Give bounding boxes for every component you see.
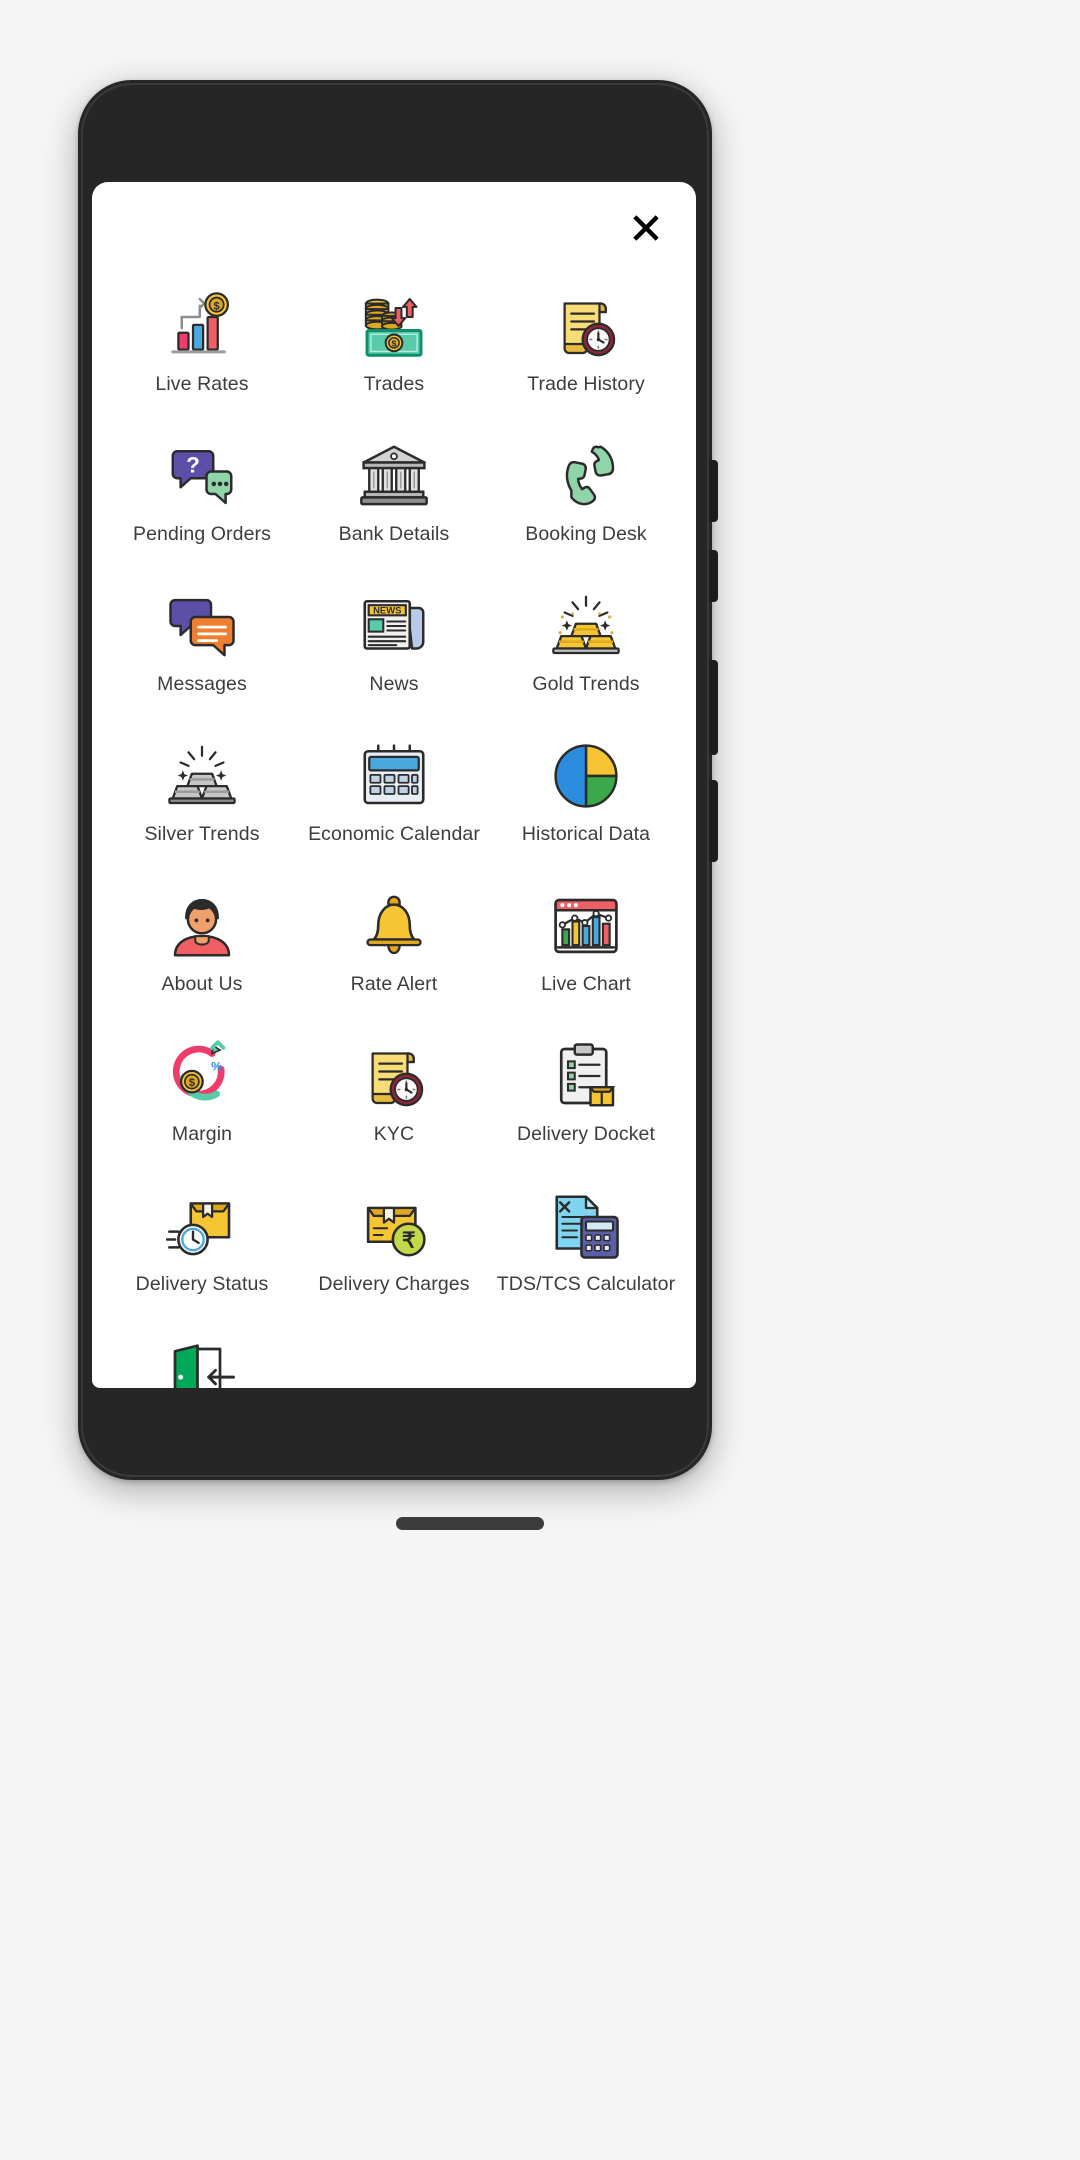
close-x-icon <box>629 211 663 245</box>
menu-item-live-chart[interactable]: Live Chart <box>490 874 682 1024</box>
screenshot-stage: $ Live Rates $ Trades Trade History ? Pe… <box>0 0 1080 2160</box>
menu-item-live-rates[interactable]: $ Live Rates <box>106 274 298 424</box>
menu-grid: $ Live Rates $ Trades Trade History ? Pe… <box>92 274 696 1388</box>
menu-item-label: Delivery Docket <box>516 1123 656 1145</box>
svg-text:$: $ <box>213 301 220 313</box>
logout-door-icon <box>164 1338 240 1388</box>
menu-item-delivery-charges[interactable]: ₹ Delivery Charges <box>298 1174 490 1324</box>
document-calculator-icon <box>548 1188 624 1264</box>
menu-item-label: News <box>369 673 419 695</box>
pie-chart-icon <box>548 738 624 814</box>
circular-arrows-dollar-icon: $ % <box>164 1038 240 1114</box>
menu-item-silver-trends[interactable]: Silver Trends <box>106 724 298 874</box>
svg-text:$: $ <box>392 339 397 349</box>
menu-item-label: Economic Calendar <box>308 823 480 845</box>
question-chat-bubbles-icon: ? <box>164 438 240 514</box>
volume-up-button[interactable] <box>708 660 718 755</box>
scroll-clock-icon <box>356 1038 432 1114</box>
menu-item-trade-history[interactable]: Trade History <box>490 274 682 424</box>
menu-item-margin[interactable]: $ % Margin <box>106 1024 298 1174</box>
menu-item-label: Live Chart <box>541 973 631 995</box>
bar-chart-dollar-icon: $ <box>164 288 240 364</box>
box-speed-clock-icon <box>164 1188 240 1264</box>
bell-icon <box>356 888 432 964</box>
svg-text:NEWS: NEWS <box>373 606 401 617</box>
menu-item-label: Gold Trends <box>532 673 640 695</box>
box-rupee-coin-icon: ₹ <box>356 1188 432 1264</box>
menu-item-label: Delivery Status <box>135 1273 269 1295</box>
menu-item-tds-tcs-calculator[interactable]: TDS/TCS Calculator <box>490 1174 682 1324</box>
menu-item-label: KYC <box>373 1123 415 1145</box>
menu-item-label: Live Rates <box>155 373 249 395</box>
scroll-clock-icon <box>548 288 624 364</box>
menu-item-delivery-docket[interactable]: Delivery Docket <box>490 1024 682 1174</box>
menu-item-about-us[interactable]: About Us <box>106 874 298 1024</box>
chart-window-icon <box>548 888 624 964</box>
volume-down-button[interactable] <box>708 780 718 862</box>
side-button-second[interactable] <box>708 550 718 602</box>
close-button[interactable] <box>620 202 672 254</box>
menu-item-label: About Us <box>161 973 243 995</box>
menu-item-economic-calendar[interactable]: Economic Calendar <box>298 724 490 874</box>
menu-item-label: TDS/TCS Calculator <box>496 1273 676 1295</box>
bottom-speaker <box>396 1517 544 1530</box>
svg-text:?: ? <box>186 453 200 478</box>
menu-item-trades[interactable]: $ Trades <box>298 274 490 424</box>
menu-item-messages[interactable]: Messages <box>106 574 298 724</box>
menu-item-news[interactable]: NEWS News <box>298 574 490 724</box>
menu-item-booking-desk[interactable]: Booking Desk <box>490 424 682 574</box>
menu-item-label: Booking Desk <box>525 523 647 545</box>
menu-item-rate-alert[interactable]: Rate Alert <box>298 874 490 1024</box>
calendar-icon <box>356 738 432 814</box>
menu-item-label: Trade History <box>527 373 645 395</box>
svg-text:$: $ <box>189 1077 196 1089</box>
svg-text:%: % <box>211 1059 222 1073</box>
menu-item-label: Messages <box>157 673 247 695</box>
bank-building-icon <box>356 438 432 514</box>
menu-item-label: Historical Data <box>521 823 651 845</box>
clipboard-box-icon <box>548 1038 624 1114</box>
phone-handset-icon <box>548 438 624 514</box>
menu-item-label: Trades <box>363 373 425 395</box>
menu-item-kyc[interactable]: KYC <box>298 1024 490 1174</box>
menu-item-label: Bank Details <box>338 523 450 545</box>
phone-screen: $ Live Rates $ Trades Trade History ? Pe… <box>92 182 696 1388</box>
menu-item-label: Margin <box>171 1123 233 1145</box>
svg-text:₹: ₹ <box>402 1228 416 1252</box>
side-button-top[interactable] <box>708 460 718 522</box>
menu-item-pending-orders[interactable]: ? Pending Orders <box>106 424 298 574</box>
newspaper-icon: NEWS <box>356 588 432 664</box>
coins-banknote-arrows-icon: $ <box>356 288 432 364</box>
person-avatar-icon <box>164 888 240 964</box>
chat-bubbles-icon <box>164 588 240 664</box>
menu-item-label: Rate Alert <box>350 973 438 995</box>
menu-item-label: Delivery Charges <box>318 1273 470 1295</box>
menu-item-label: Silver Trends <box>144 823 260 845</box>
menu-item-delivery-status[interactable]: Delivery Status <box>106 1174 298 1324</box>
silver-bars-icon <box>164 738 240 814</box>
menu-item-label: Pending Orders <box>133 523 271 545</box>
menu-item-bank-details[interactable]: Bank Details <box>298 424 490 574</box>
menu-item-logout[interactable] <box>106 1324 298 1388</box>
menu-item-gold-trends[interactable]: Gold Trends <box>490 574 682 724</box>
menu-item-historical-data[interactable]: Historical Data <box>490 724 682 874</box>
gold-bars-icon <box>548 588 624 664</box>
